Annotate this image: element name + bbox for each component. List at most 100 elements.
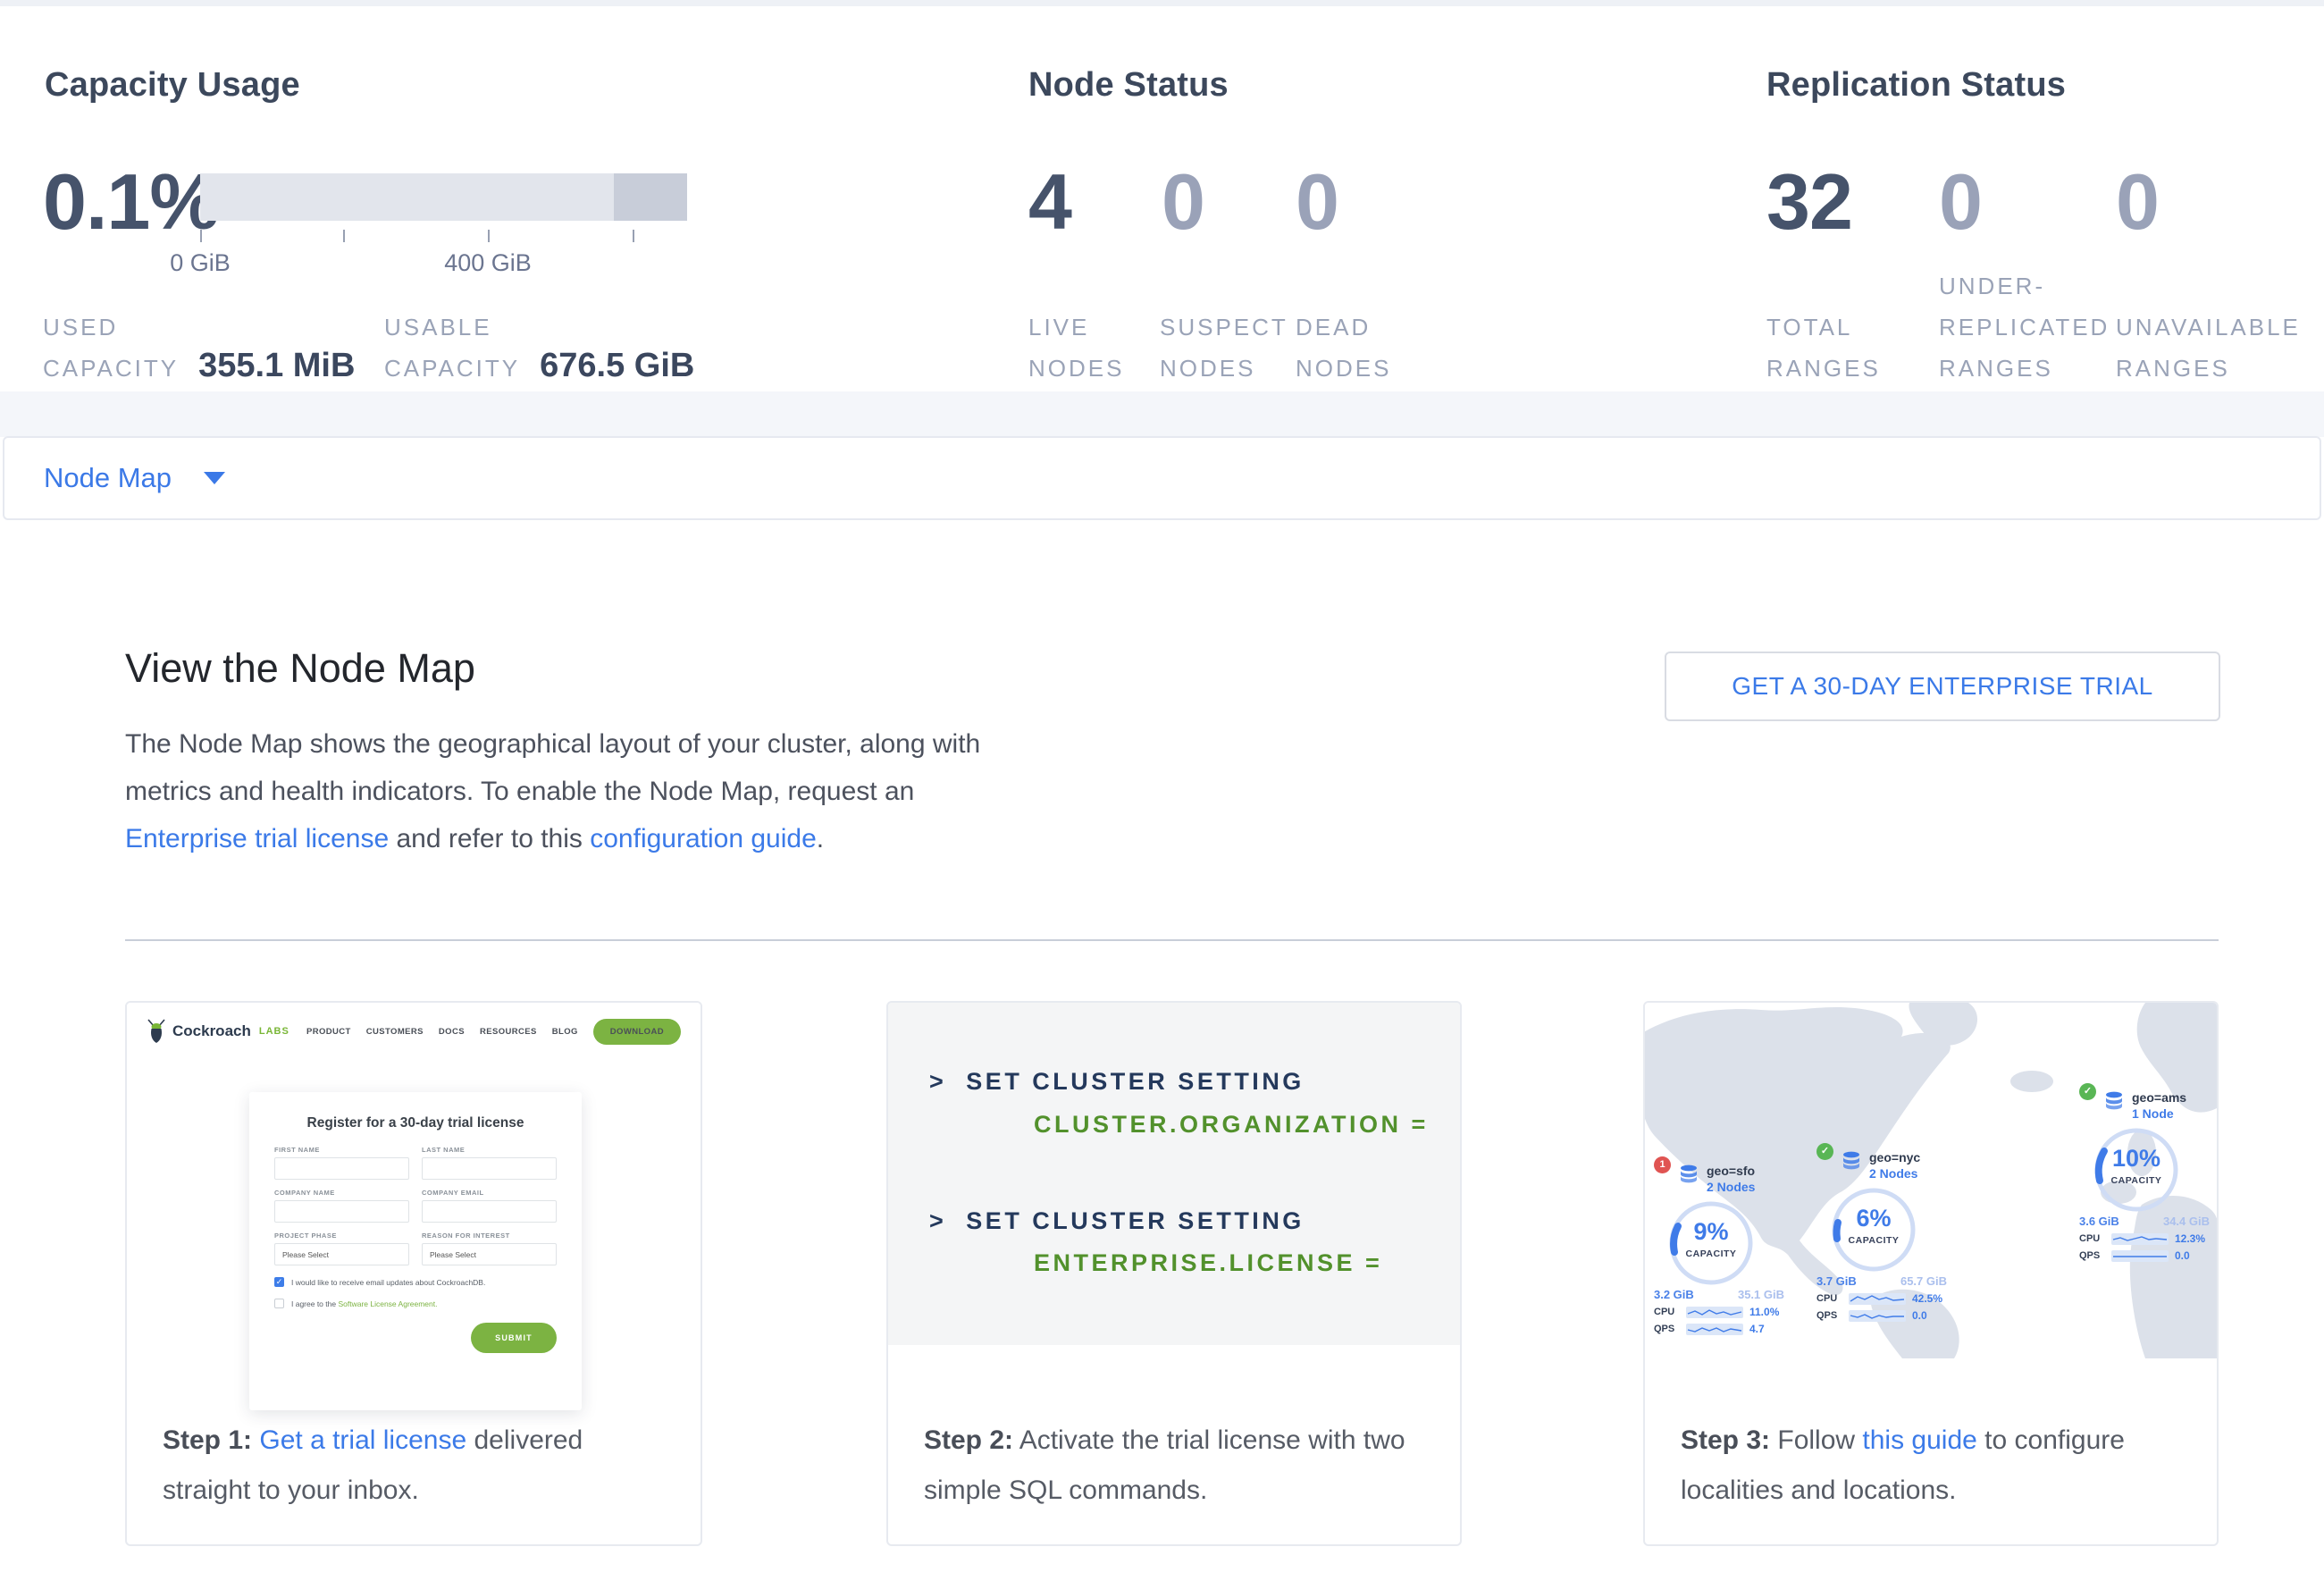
cpu-value: 12.3% bbox=[2175, 1232, 2205, 1245]
live-nodes-label: LIVE NODES bbox=[1028, 307, 1160, 389]
replication-status-title: Replication Status bbox=[1766, 63, 2066, 106]
description-text: The Node Map shows the geographical layo… bbox=[125, 729, 980, 806]
this-guide-link[interactable]: this guide bbox=[1862, 1425, 1976, 1455]
cpu-label: CPU bbox=[1816, 1293, 1842, 1304]
step-3-caption: Step 3: Follow this guide to configure l… bbox=[1681, 1416, 2181, 1516]
map-node-ams: ✓ geo=ams 1 Node 10% CAPACITY 3.6 GiB bbox=[2079, 1090, 2215, 1262]
capacity-tick bbox=[200, 230, 202, 242]
status-ok-icon: ✓ bbox=[2079, 1083, 2096, 1100]
map-node-name: geo=nyc bbox=[1869, 1150, 1920, 1166]
unavailable-label: UNAVAILABLE RANGES bbox=[2116, 307, 2295, 389]
map-node-count: 2 Nodes bbox=[1707, 1180, 1755, 1196]
status-ok-icon: ✓ bbox=[1816, 1143, 1833, 1160]
cpu-sparkline bbox=[1849, 1293, 1906, 1305]
node-map-placeholder-section: View the Node Map The Node Map shows the… bbox=[0, 520, 2324, 1589]
qps-value: 4.7 bbox=[1749, 1323, 1765, 1335]
cockroachdb-overview-page: Capacity Usage 0.1% 0 GiB 400 GiB USED C… bbox=[0, 0, 2324, 1589]
mock-nav-item: RESOURCES bbox=[480, 1027, 537, 1037]
capacity-tick bbox=[488, 230, 490, 242]
capacity-percent: 0.1% bbox=[43, 162, 219, 242]
mock-nav-item: PRODUCT bbox=[306, 1027, 351, 1037]
capacity-usage-title: Capacity Usage bbox=[45, 63, 300, 106]
qps-sparkline bbox=[1849, 1310, 1906, 1322]
qps-label: QPS bbox=[2079, 1250, 2105, 1261]
mock-trial-form: Register for a 30-day trial license FIRS… bbox=[249, 1092, 582, 1410]
capacity-tick bbox=[633, 230, 634, 242]
mock-field-label: REASON FOR INTEREST bbox=[422, 1232, 557, 1240]
dead-nodes-value: 0 bbox=[1296, 162, 1338, 242]
used-capacity-group: USED CAPACITY 355.1 MiB bbox=[43, 307, 355, 389]
live-nodes-value: 4 bbox=[1028, 162, 1071, 242]
capacity-total: 34.4 GiB bbox=[2163, 1215, 2210, 1228]
mock-field-input bbox=[422, 1200, 557, 1223]
step-3-card: 1 geo=sfo 2 Nodes 9% CAPACITY 3.2 GiB bbox=[1643, 1001, 2219, 1546]
mock-field-label: FIRST NAME bbox=[274, 1146, 409, 1154]
step-1-card: Cockroach LABS PRODUCT CUSTOMERS DOCS RE… bbox=[125, 1001, 702, 1546]
gauge-label: CAPACITY bbox=[1666, 1248, 1756, 1259]
replication-labels: TOTAL RANGES UNDER- REPLICATED RANGES UN… bbox=[1766, 258, 2295, 389]
map-node-sfo: 1 geo=sfo 2 Nodes 9% CAPACITY 3.2 GiB bbox=[1654, 1164, 1790, 1335]
mock-field-label: COMPANY EMAIL bbox=[422, 1189, 557, 1197]
sql-line-1: > SET CLUSTER SETTING bbox=[929, 1068, 1305, 1096]
enterprise-trial-license-link[interactable]: Enterprise trial license bbox=[125, 824, 389, 853]
view-selector-dropdown[interactable]: Node Map bbox=[4, 462, 225, 494]
cpu-label: CPU bbox=[1654, 1307, 1680, 1317]
capacity-total: 65.7 GiB bbox=[1900, 1274, 1947, 1288]
step-1-caption: Step 1: Get a trial license delivered st… bbox=[163, 1416, 665, 1516]
sql-commands-panel: > SET CLUSTER SETTING CLUSTER.ORGANIZATI… bbox=[888, 1003, 1460, 1345]
mock-download-button: DOWNLOAD bbox=[593, 1019, 681, 1045]
get-enterprise-trial-button[interactable]: GET A 30-DAY ENTERPRISE TRIAL bbox=[1665, 652, 2220, 721]
mock-checkbox-unchecked bbox=[274, 1299, 284, 1308]
qps-value: 0.0 bbox=[2175, 1249, 2190, 1262]
capacity-tick-label-0: 0 GiB bbox=[129, 249, 272, 277]
capacity-tick-label-400: 400 GiB bbox=[416, 249, 559, 277]
mock-nav-item: DOCS bbox=[439, 1027, 465, 1037]
dead-nodes-label: DEAD NODES bbox=[1296, 307, 1430, 389]
step-2-card: > SET CLUSTER SETTING CLUSTER.ORGANIZATI… bbox=[886, 1001, 1462, 1546]
get-trial-license-link[interactable]: Get a trial license bbox=[259, 1425, 466, 1455]
mock-checkbox-label: I agree to the Software License Agreemen… bbox=[291, 1299, 438, 1308]
section-heading: View the Node Map bbox=[125, 645, 475, 692]
under-replicated-label: UNDER- REPLICATED RANGES bbox=[1939, 265, 2116, 389]
gauge-label: CAPACITY bbox=[1829, 1235, 1918, 1246]
qps-label: QPS bbox=[1816, 1310, 1842, 1321]
mock-site-header: Cockroach LABS PRODUCT CUSTOMERS DOCS RE… bbox=[127, 1003, 701, 1060]
view-selector-label[interactable]: Node Map bbox=[44, 462, 172, 494]
step-1-label: Step 1: bbox=[163, 1425, 252, 1455]
capacity-used: 3.7 GiB bbox=[1816, 1274, 1857, 1288]
suspect-nodes-label: SUSPECT NODES bbox=[1160, 307, 1296, 389]
suspect-nodes-value: 0 bbox=[1162, 162, 1204, 242]
usable-capacity-group: USABLE CAPACITY 676.5 GiB bbox=[384, 307, 694, 389]
background-band bbox=[0, 391, 2324, 437]
section-description: The Node Map shows the geographical layo… bbox=[125, 720, 1010, 862]
sql-line-2: CLUSTER.ORGANIZATION = bbox=[1034, 1111, 1429, 1139]
mock-field-label: PROJECT PHASE bbox=[274, 1232, 409, 1240]
capacity-gauge: 9% CAPACITY bbox=[1666, 1198, 1756, 1288]
node-status-title: Node Status bbox=[1028, 63, 1229, 106]
brand-text: Cockroach bbox=[172, 1022, 251, 1040]
cpu-value: 42.5% bbox=[1912, 1292, 1942, 1305]
cockroach-icon bbox=[147, 1019, 166, 1044]
step-2-caption: Step 2: Activate the trial license with … bbox=[924, 1416, 1424, 1516]
view-selector-bar: Node Map bbox=[3, 436, 2321, 520]
mock-checkbox-label: I would like to receive email updates ab… bbox=[291, 1278, 485, 1287]
sql-line-3: > SET CLUSTER SETTING bbox=[929, 1207, 1305, 1235]
capacity-used: 3.2 GiB bbox=[1654, 1288, 1694, 1301]
usable-capacity-value: 676.5 GiB bbox=[540, 347, 694, 385]
mock-field-input bbox=[274, 1157, 409, 1180]
used-capacity-value: 355.1 MiB bbox=[198, 347, 355, 385]
configuration-guide-link[interactable]: configuration guide bbox=[590, 824, 817, 853]
map-node-name: geo=sfo bbox=[1707, 1164, 1755, 1180]
node-map-screenshot: 1 geo=sfo 2 Nodes 9% CAPACITY 3.2 GiB bbox=[1645, 1003, 2217, 1358]
mock-nav-item: CUSTOMERS bbox=[366, 1027, 424, 1037]
section-divider bbox=[125, 939, 2219, 941]
mock-select: Please Select bbox=[274, 1243, 409, 1265]
cluster-summary-panel: Capacity Usage 0.1% 0 GiB 400 GiB USED C… bbox=[0, 6, 2324, 393]
database-icon bbox=[2103, 1090, 2125, 1112]
capacity-used: 3.6 GiB bbox=[2079, 1215, 2119, 1228]
cpu-sparkline bbox=[2111, 1233, 2169, 1245]
mock-sla-link: Software License Agreement. bbox=[338, 1299, 437, 1308]
mock-field-label: LAST NAME bbox=[422, 1146, 557, 1154]
capacity-bar-segment bbox=[614, 173, 687, 221]
sql-line-4: ENTERPRISE.LICENSE = bbox=[1034, 1249, 1382, 1277]
